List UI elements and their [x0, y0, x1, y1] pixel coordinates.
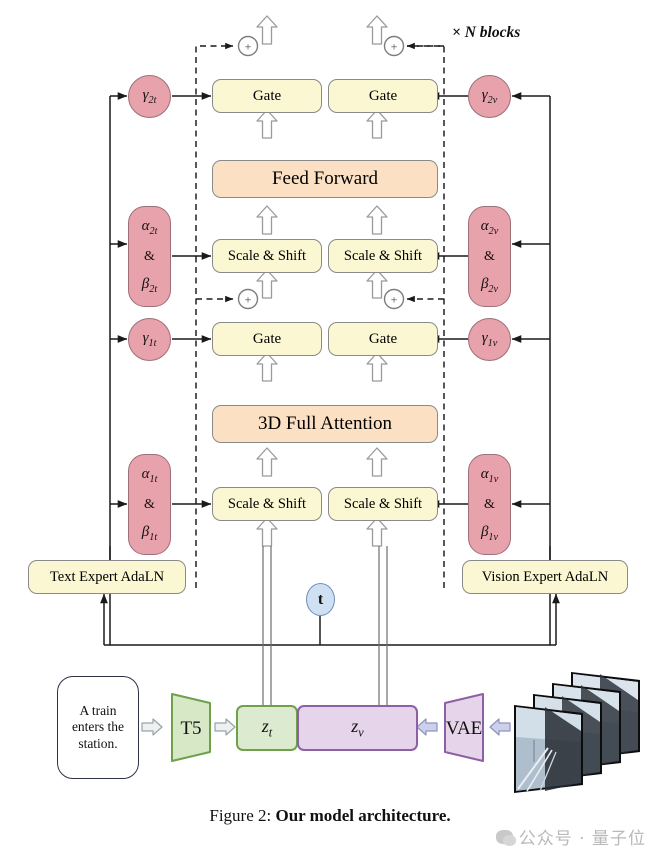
- vision-expert-adaln[interactable]: Vision Expert AdaLN: [462, 560, 628, 594]
- scale-shift-text-2[interactable]: Scale & Shift: [212, 239, 322, 273]
- alpha-beta-2v-node[interactable]: α2v & β2v: [468, 206, 511, 307]
- alpha-beta-1v-node[interactable]: α1v & β1v: [468, 454, 511, 555]
- timestep-node[interactable]: t: [306, 583, 335, 616]
- latent-text-symbol: zt: [261, 715, 273, 740]
- alpha-beta-1t-node[interactable]: α1t & β1t: [128, 454, 171, 555]
- vae-to-latent-arrow: [416, 718, 438, 736]
- gamma-2v-symbol: γ2v: [481, 86, 498, 106]
- gamma-2v-node[interactable]: γ2v: [468, 75, 511, 118]
- svg-text:+: +: [245, 40, 252, 54]
- beta-2v-symbol: β2v: [480, 275, 499, 295]
- figure-canvas: + + + + × N blocks Gate Gate Feed Forwar…: [0, 0, 660, 865]
- wechat-icon: [495, 829, 516, 846]
- feed-forward-block[interactable]: Feed Forward: [212, 160, 438, 198]
- svg-text:+: +: [245, 293, 252, 307]
- alpha-1v-symbol: α1v: [480, 465, 499, 485]
- alpha-2t-symbol: α2t: [141, 217, 158, 237]
- caption-prefix: Figure 2:: [209, 806, 276, 825]
- beta-1v-symbol: β1v: [480, 523, 499, 543]
- gate-vision-2[interactable]: Gate: [328, 79, 438, 113]
- scale-shift-vision-1[interactable]: Scale & Shift: [328, 487, 438, 521]
- gamma-1v-symbol: γ1v: [481, 329, 498, 349]
- beta-2t-symbol: β2t: [141, 275, 158, 295]
- alpha-1t-symbol: α1t: [141, 465, 158, 485]
- vae-label: VAE: [445, 718, 483, 740]
- gamma-2t-node[interactable]: γ2t: [128, 75, 171, 118]
- t5-to-latent-arrow: [214, 718, 236, 736]
- text-expert-adaln[interactable]: Text Expert AdaLN: [28, 560, 186, 594]
- t5-label: T5: [180, 718, 202, 740]
- latent-vision-box[interactable]: zv: [297, 705, 418, 751]
- gamma-2t-symbol: γ2t: [142, 86, 157, 106]
- prompt-textbox[interactable]: A train enters the station.: [57, 676, 139, 779]
- prompt-to-t5-arrow: [141, 718, 163, 736]
- caption-bold: Our model architecture.: [275, 806, 451, 825]
- attention-block[interactable]: 3D Full Attention: [212, 405, 438, 443]
- latent-rails: [262, 546, 388, 705]
- ampersand-1v: &: [484, 496, 495, 512]
- svg-text:+: +: [391, 293, 398, 307]
- repeat-blocks-label: × N blocks: [452, 24, 521, 41]
- ampersand-2t: &: [144, 248, 155, 264]
- alpha-beta-2t-node[interactable]: α2t & β2t: [128, 206, 171, 307]
- ampersand-2v: &: [484, 248, 495, 264]
- gate-text-1[interactable]: Gate: [212, 322, 322, 356]
- gamma-1v-node[interactable]: γ1v: [468, 318, 511, 361]
- gate-vision-1[interactable]: Gate: [328, 322, 438, 356]
- gamma-1t-symbol: γ1t: [142, 329, 157, 349]
- watermark-text: 公众号 · 量子位: [518, 829, 646, 849]
- latent-vision-symbol: zv: [351, 715, 364, 740]
- scale-shift-vision-2[interactable]: Scale & Shift: [328, 239, 438, 273]
- video-to-vae-arrow: [489, 718, 511, 736]
- gate-text-2[interactable]: Gate: [212, 79, 322, 113]
- ampersand-1t: &: [144, 496, 155, 512]
- svg-text:+: +: [391, 40, 398, 54]
- alpha-2v-symbol: α2v: [480, 217, 499, 237]
- gamma-1t-node[interactable]: γ1t: [128, 318, 171, 361]
- watermark: 公众号 · 量子位: [495, 824, 646, 849]
- scale-shift-text-1[interactable]: Scale & Shift: [212, 487, 322, 521]
- latent-text-box[interactable]: zt: [236, 705, 298, 751]
- beta-1t-symbol: β1t: [141, 523, 158, 543]
- figure-caption: Figure 2: Our model architecture.: [0, 806, 660, 826]
- video-frame-stack: [514, 672, 640, 793]
